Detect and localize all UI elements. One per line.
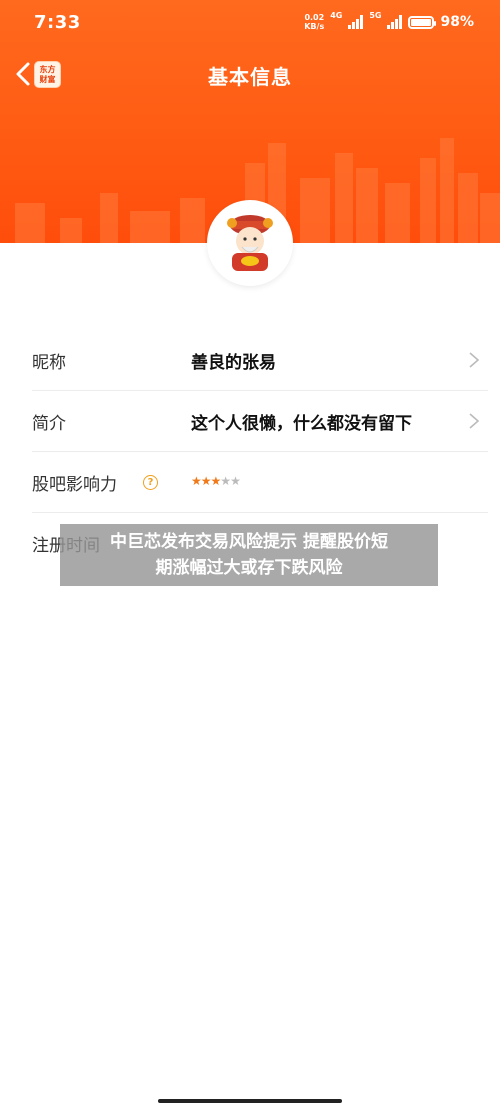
nav-bar: 东方 财富 基本信息 [0, 48, 500, 102]
net-speed: 0.02 KB/s [304, 13, 325, 31]
status-time: 7:33 [34, 11, 81, 33]
page-title: 基本信息 [208, 64, 292, 89]
star-filled-icon: ★ [200, 474, 212, 488]
row-bio[interactable]: 简介 这个人很懒，什么都没有留下 [32, 391, 488, 452]
brand-logo-badge[interactable]: 东方 财富 [34, 61, 61, 88]
star-filled-icon: ★ [191, 474, 202, 488]
signal-icon [348, 15, 364, 29]
star-filled-icon: ★ [210, 474, 222, 488]
home-indicator[interactable] [158, 1099, 342, 1103]
star-empty-icon: ★ [220, 474, 231, 488]
status-bar: 7:33 0.02 KB/s 4G 5G 98% [0, 0, 500, 44]
row-influence: 股吧影响力 ? ★★★★★ [32, 452, 488, 513]
battery-icon [408, 15, 437, 29]
influence-label-wrap: 股吧影响力 ? [32, 470, 192, 495]
bio-value: 这个人很懒，什么都没有留下 [191, 413, 412, 434]
network-type-1: 4G [330, 11, 343, 20]
help-icon[interactable]: ? [143, 474, 158, 490]
row-nickname[interactable]: 昵称 善良的张易 [32, 330, 488, 391]
nickname-label: 昵称 [32, 352, 66, 373]
star-empty-icon: ★ [230, 474, 241, 488]
network-type-2: 5G [369, 11, 382, 20]
nickname-value: 善良的张易 [191, 352, 276, 373]
chevron-right-icon [469, 413, 480, 429]
chevron-right-icon [469, 352, 480, 368]
overlay-line-2: 期涨幅过大或存下跌风险 [155, 558, 343, 578]
bio-label: 简介 [32, 413, 66, 434]
news-overlay-banner: 中巨芯发布交易风险提示 提醒股价短 期涨幅过大或存下跌风险 [60, 524, 438, 586]
influence-label: 股吧影响力 [32, 474, 117, 495]
avatar[interactable] [207, 200, 293, 286]
battery-percent: 98% [440, 14, 474, 30]
status-indicators: 0.02 KB/s 4G 5G 98% [304, 11, 474, 31]
caishen-avatar-icon [227, 215, 273, 271]
overlay-line-1: 中巨芯发布交易风险提示 提醒股价短 [110, 532, 388, 552]
signal-icon-2 [387, 15, 403, 29]
influence-rating: ★★★★★ [191, 474, 241, 488]
